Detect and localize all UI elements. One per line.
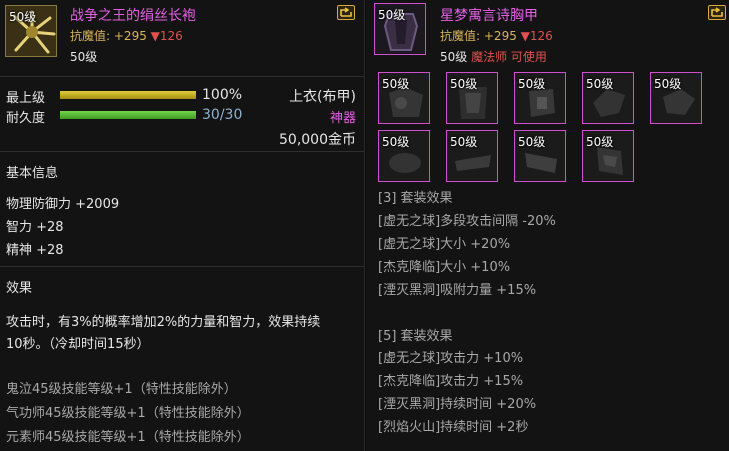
max-level-label: 最上级 — [6, 91, 46, 106]
basic-info-header: 基本信息 — [6, 166, 59, 181]
anti-magic-value: 抗魔值: +295 ▼126 — [70, 29, 183, 43]
set-effect-line: [湮灭黑洞]吸附力量 +15% — [378, 283, 537, 298]
divider — [0, 266, 365, 267]
share-link-icon[interactable] — [708, 5, 726, 20]
set-item-slot[interactable]: 50级 — [650, 72, 702, 124]
set-item-slot[interactable]: 50级 — [446, 130, 498, 182]
effect-line: 10秒。（冷却时间15秒） — [6, 337, 150, 352]
stat-spirit: 精神 +28 — [6, 243, 64, 258]
effect-line: 攻击时，有3%的概率增加2%的力量和智力，效果持续 — [6, 315, 321, 330]
left-item-panel: 50级 战争之王的绢丝长袍 抗魔值: +295 ▼126 50级 最上级 100… — [0, 0, 365, 451]
skill-bonus-line: 鬼泣45级技能等级+1（特性技能除外） — [6, 382, 237, 397]
slot-type: 上衣(布甲) — [289, 89, 356, 105]
item-name: 战争之王的绢丝长袍 — [70, 8, 196, 24]
set-effect-line: [杰克降临]攻击力 +15% — [378, 374, 524, 389]
share-link-icon[interactable] — [337, 5, 355, 20]
set-item-slot[interactable]: 50级 — [446, 72, 498, 124]
effect-header: 效果 — [6, 281, 33, 296]
item-tooltip-compare: 50级 战争之王的绢丝长袍 抗魔值: +295 ▼126 50级 最上级 100… — [0, 0, 729, 451]
anti-magic-value: 抗魔值: +295 ▼126 — [440, 29, 553, 43]
skill-bonus-line: 气功师45级技能等级+1（特性技能除外） — [6, 406, 250, 421]
price-value: 50,000金币 — [279, 132, 356, 148]
set-effect-line: [杰克降临]大小 +10% — [378, 260, 511, 275]
set-item-slot[interactable]: 50级 — [582, 130, 634, 182]
max-level-value: 100% — [202, 87, 243, 103]
set-item-slot[interactable]: 50级 — [378, 130, 430, 182]
set-effect-line: [湮灭黑洞]持续时间 +20% — [378, 397, 537, 412]
set-effect-line: [虚无之球]攻击力 +10% — [378, 351, 524, 366]
rarity-label: 神器 — [329, 111, 356, 126]
set3-header: [3] 套装效果 — [378, 191, 453, 206]
set-item-slot[interactable]: 50级 — [514, 72, 566, 124]
durability-value: 30/30 — [202, 107, 243, 123]
right-item-panel: 50级 星梦寓言诗胸甲 抗魔值: +295 ▼126 50级 魔法师 可使用 5… — [366, 0, 729, 451]
chest-armor-item-icon: 50级 — [374, 3, 426, 55]
skill-bonus-line: 元素师45级技能等级+1（特性技能除外） — [6, 430, 250, 445]
durability-label: 耐久度 — [6, 111, 46, 126]
max-level-bar-fill — [60, 91, 196, 99]
durability-bar-fill — [60, 111, 196, 119]
item-level-tag: 50级 — [378, 8, 406, 22]
set-effect-line: [虚无之球]大小 +20% — [378, 237, 511, 252]
durability-bar — [60, 111, 196, 119]
level-requirement: 50级 — [70, 50, 98, 64]
set-item-slot[interactable]: 50级 — [582, 72, 634, 124]
level-requirement: 50级 魔法师 可使用 — [440, 50, 547, 64]
set5-header: [5] 套装效果 — [378, 329, 453, 344]
item-name: 星梦寓言诗胸甲 — [440, 8, 538, 24]
divider — [0, 151, 365, 152]
stat-physical-defense: 物理防御力 +2009 — [6, 197, 120, 212]
set-effect-line: [烈焰火山]持续时间 +2秒 — [378, 420, 529, 435]
max-level-bar — [60, 91, 196, 99]
set-item-slot[interactable]: 50级 — [378, 72, 430, 124]
class-requirement: 魔法师 可使用 — [471, 50, 547, 64]
robe-item-icon: 50级 — [5, 5, 57, 57]
divider — [0, 76, 365, 77]
set-item-slot[interactable]: 50级 — [514, 130, 566, 182]
stat-intelligence: 智力 +28 — [6, 220, 64, 235]
set-effect-line: [虚无之球]多段攻击间隔 -20% — [378, 214, 556, 229]
item-level-tag: 50级 — [9, 10, 37, 24]
